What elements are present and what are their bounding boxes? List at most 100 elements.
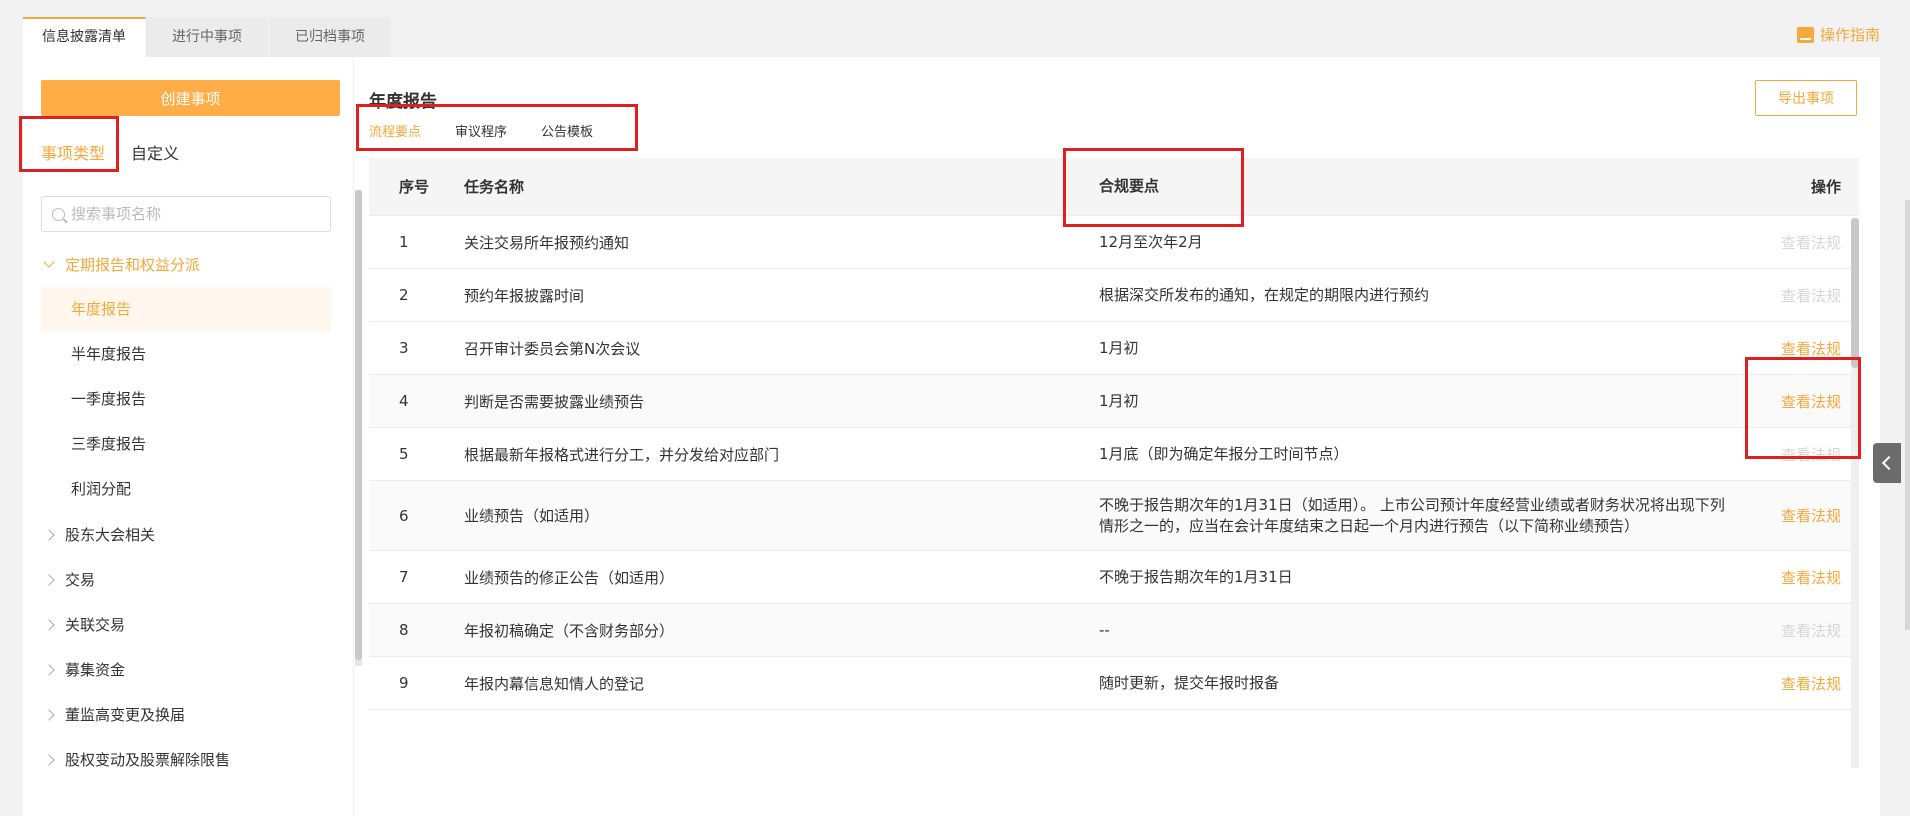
tree-item-annual-report[interactable]: 年度报告: [41, 287, 331, 332]
tree-item-q1-report[interactable]: 一季度报告: [41, 377, 331, 422]
collapse-panel-button[interactable]: [1873, 443, 1901, 483]
tree-group-transaction[interactable]: 交易: [41, 557, 331, 602]
app-page: 信息披露清单 进行中事项 已归档事项 操作指南 创建事项 事项类型 自定义 定期…: [0, 0, 1910, 816]
table-scrollbar-thumb[interactable]: [1851, 218, 1859, 368]
tab-archived[interactable]: 已归档事项: [269, 17, 392, 57]
chevron-left-icon: [1881, 455, 1897, 471]
main-panel: 创建事项 事项类型 自定义 定期报告和权益分派 年度报告 半年度报告 一季度报告…: [23, 57, 1880, 816]
chevron-right-icon: [43, 708, 55, 721]
table-row: 3 召开审计委员会第N次会议 1月初 查看法规: [369, 322, 1859, 375]
table-row: 2 预约年报披露时间 根据深交所发布的通知，在规定的期限内进行预约 查看法规: [369, 269, 1859, 322]
sidebar-divider: [353, 57, 354, 816]
view-regulation-link: 查看法规: [1780, 286, 1841, 305]
chevron-right-icon: [43, 528, 55, 541]
row-num: 2: [399, 286, 409, 304]
row-compliance-point: 1月初: [1099, 338, 1139, 357]
chevron-right-icon: [43, 663, 55, 676]
row-task-name: 召开审计委员会第N次会议: [464, 339, 641, 358]
row-compliance-point: 根据深交所发布的通知，在规定的期限内进行预约: [1099, 285, 1430, 304]
row-task-name: 根据最新年报格式进行分工，并分发给对应部门: [464, 445, 780, 464]
view-regulation-link: 查看法规: [1780, 621, 1841, 640]
search-icon: [52, 207, 65, 221]
tree-group-label: 董监高变更及换届: [65, 706, 186, 724]
row-compliance-point: 随时更新，提交年报时报备: [1099, 673, 1280, 692]
annotation-box-view-links: [1745, 357, 1861, 459]
sidebar-scrollbar[interactable]: [355, 190, 362, 666]
tree-group-label: 募集资金: [65, 661, 126, 679]
tree-item-profit-distribution[interactable]: 利润分配: [41, 467, 331, 512]
tree-item-half-year-report[interactable]: 半年度报告: [41, 332, 331, 377]
tab-disclosure-list[interactable]: 信息披露清单: [23, 17, 146, 57]
table-row: 7 业绩预告的修正公告（如适用） 不晚于报告期次年的1月31日 查看法规: [369, 551, 1859, 604]
chevron-right-icon: [43, 618, 55, 631]
chevron-right-icon: [43, 753, 55, 766]
row-num: 9: [399, 674, 409, 692]
annotation-box-compliance-header: [1063, 148, 1244, 227]
tree-group-label: 股东大会相关: [65, 526, 156, 544]
row-num: 5: [399, 445, 409, 463]
row-compliance-point: 1月初: [1099, 391, 1139, 410]
tree-group-label: 定期报告和权益分派: [65, 256, 201, 274]
header-task-name: 任务名称: [464, 178, 525, 196]
row-compliance-point: 12月至次年2月: [1099, 232, 1203, 251]
row-num: 6: [399, 506, 409, 525]
search-input[interactable]: [71, 205, 311, 223]
tree-group-executive-change[interactable]: 董监高变更及换届: [41, 692, 331, 737]
view-regulation-link: 查看法规: [1780, 233, 1841, 252]
row-compliance-point: --: [1099, 620, 1110, 639]
operation-guide-link[interactable]: 操作指南: [1796, 24, 1880, 45]
task-table: 序号 任务名称 合规要点 操作 1 关注交易所年报预约通知 12月至次年2月 查…: [369, 158, 1859, 710]
chevron-down-icon: [43, 256, 55, 268]
top-tab-bar: 信息披露清单 进行中事项 已归档事项: [23, 17, 392, 57]
row-compliance-point: 不晚于报告期次年的1月31日（如适用）。 上市公司预计年度经营业绩或者财务状况将…: [1099, 495, 1725, 535]
annotation-box-item-type: [19, 116, 119, 172]
book-icon: [1796, 26, 1814, 43]
row-task-name: 年报初稿确定（不含财务部分）: [464, 621, 675, 640]
page-scrollbar[interactable]: [1905, 200, 1910, 630]
row-num: 1: [399, 233, 409, 251]
row-num: 8: [399, 621, 409, 639]
view-regulation-link[interactable]: 查看法规: [1781, 340, 1841, 358]
row-task-name: 业绩预告的修正公告（如适用）: [464, 568, 675, 587]
row-task-name: 关注交易所年报预约通知: [464, 233, 630, 252]
row-task-name: 业绩预告（如适用）: [464, 507, 600, 525]
export-items-button[interactable]: 导出事项: [1755, 80, 1857, 116]
view-regulation-link[interactable]: 查看法规: [1781, 675, 1841, 693]
header-operation: 操作: [1810, 178, 1841, 196]
table-row: 9 年报内幕信息知情人的登记 随时更新，提交年报时报备 查看法规: [369, 657, 1859, 710]
table-row: 8 年报初稿确定（不含财务部分） -- 查看法规: [369, 604, 1859, 657]
view-regulation-link[interactable]: 查看法规: [1781, 507, 1841, 525]
view-regulation-link[interactable]: 查看法规: [1781, 569, 1841, 587]
search-box: [41, 196, 331, 232]
tree-group-related-transaction[interactable]: 关联交易: [41, 602, 331, 647]
row-num: 4: [399, 392, 409, 410]
row-task-name: 年报内幕信息知情人的登记: [464, 674, 645, 693]
row-task-name: 判断是否需要披露业绩预告: [464, 392, 645, 411]
table-row: 5 根据最新年报格式进行分工，并分发给对应部门 1月底（即为确定年报分工时间节点…: [369, 428, 1859, 481]
header-num: 序号: [399, 178, 430, 196]
row-compliance-point: 不晚于报告期次年的1月31日: [1099, 567, 1293, 586]
tab-custom[interactable]: 自定义: [131, 136, 179, 168]
table-row: 4 判断是否需要披露业绩预告 1月初 查看法规: [369, 375, 1859, 428]
annotation-box-sub-tabs: [356, 104, 638, 151]
tree-group-equity-change[interactable]: 股权变动及股票解除限售: [41, 737, 331, 782]
tree-group-label: 关联交易: [65, 616, 126, 634]
create-item-button[interactable]: 创建事项: [41, 80, 340, 116]
tree-group-label: 交易: [65, 571, 96, 589]
table-scrollbar[interactable]: [1851, 218, 1859, 768]
sidebar-scrollbar-thumb[interactable]: [355, 190, 362, 660]
tab-in-progress[interactable]: 进行中事项: [146, 17, 269, 57]
tree-group-periodic-reports[interactable]: 定期报告和权益分派: [41, 242, 331, 287]
item-tree: 定期报告和权益分派 年度报告 半年度报告 一季度报告 三季度报告 利润分配 股东…: [41, 242, 331, 782]
tree-item-q3-report[interactable]: 三季度报告: [41, 422, 331, 467]
tree-group-label: 股权变动及股票解除限售: [65, 751, 231, 769]
tree-group-shareholder-meeting[interactable]: 股东大会相关: [41, 512, 331, 557]
chevron-right-icon: [43, 573, 55, 586]
row-num: 3: [399, 339, 409, 357]
tree-group-raised-funds[interactable]: 募集资金: [41, 647, 331, 692]
row-num: 7: [399, 568, 409, 586]
row-compliance-point: 1月底（即为确定年报分工时间节点）: [1099, 444, 1349, 463]
guide-label: 操作指南: [1819, 26, 1880, 44]
sidebar: 创建事项 事项类型 自定义 定期报告和权益分派 年度报告 半年度报告 一季度报告…: [41, 80, 362, 816]
table-row: 6 业绩预告（如适用） 不晚于报告期次年的1月31日（如适用）。 上市公司预计年…: [369, 481, 1859, 551]
